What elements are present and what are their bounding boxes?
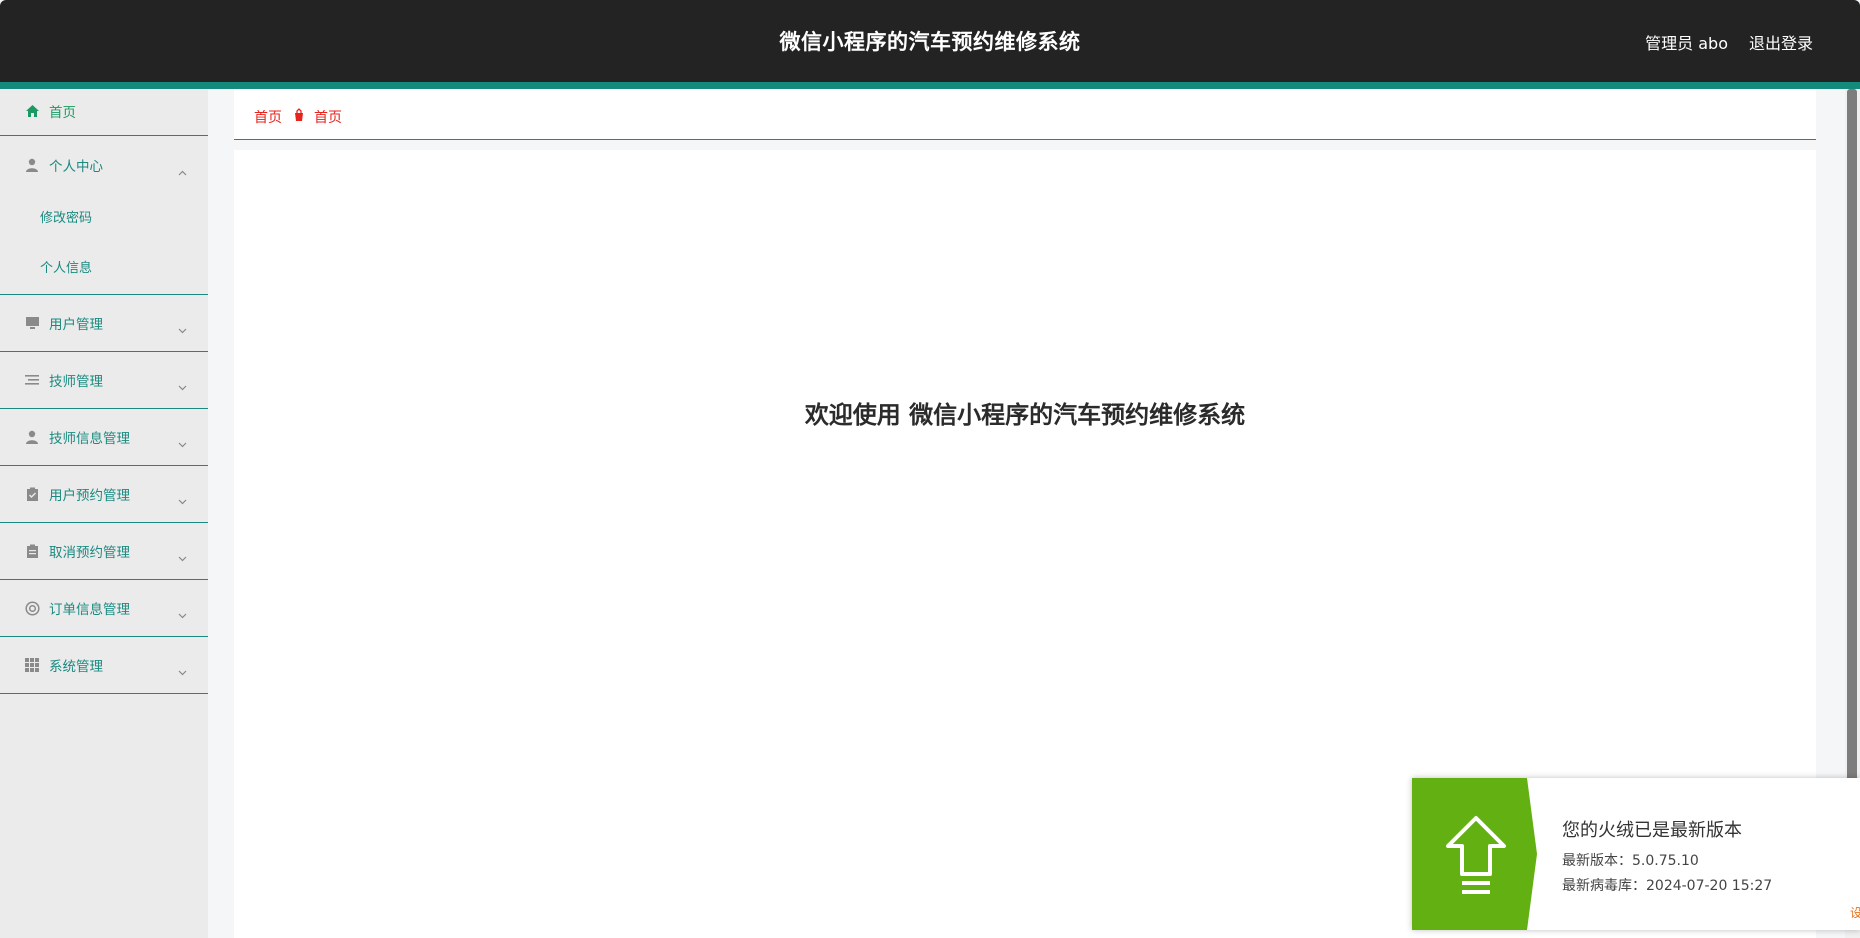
breadcrumb-current: 首页	[314, 110, 342, 126]
sidebar-group-personal-center: 个人中心 修改密码 个人信息	[0, 136, 208, 295]
logout-button[interactable]: 退出登录	[1749, 30, 1813, 54]
monitor-icon	[24, 315, 40, 331]
breadcrumb-home-link[interactable]: 首页	[254, 107, 282, 127]
sidebar-item-order-info-management[interactable]: 订单信息管理	[0, 580, 208, 637]
welcome-message: 欢迎使用 微信小程序的汽车预约维修系统	[804, 401, 1246, 429]
chevron-down-icon	[178, 376, 187, 391]
chevron-down-icon	[178, 319, 187, 334]
app-title: 微信小程序的汽车预约维修系统	[779, 30, 1081, 54]
sidebar-item-technician-management[interactable]: 技师管理	[0, 352, 208, 409]
sidebar-item-personal-center[interactable]: 个人中心	[0, 136, 208, 194]
list-icon	[24, 372, 40, 388]
chevron-up-icon	[178, 161, 187, 176]
sidebar-item-label: 订单信息管理	[49, 602, 130, 618]
user-icon	[24, 157, 40, 173]
clipboard-check-icon	[24, 486, 40, 502]
lifebuoy-icon	[24, 600, 40, 616]
notification-title: 您的火绒已是最新版本	[1562, 820, 1742, 841]
notification-settings-link[interactable]: 设	[1850, 904, 1860, 921]
sidebar-subitem-personal-info[interactable]: 个人信息	[0, 244, 208, 294]
notification-version: 最新版本：5.0.75.10	[1562, 853, 1699, 869]
sidebar-item-home[interactable]: 首页	[0, 89, 208, 136]
chevron-down-icon	[178, 490, 187, 505]
sidebar-item-label: 用户预约管理	[49, 488, 130, 504]
clipboard-icon	[24, 543, 40, 559]
sidebar-subitem-change-password[interactable]: 修改密码	[0, 194, 208, 244]
home-icon	[24, 103, 40, 119]
chevron-down-icon	[178, 433, 187, 448]
sidebar-item-technician-info-management[interactable]: 技师信息管理	[0, 409, 208, 466]
top-header: 微信小程序的汽车预约维修系统 管理员 abo 退出登录	[0, 0, 1860, 82]
sidebar: 首页 个人中心 修改密码 个人信息 用户管理 技师管理 技师信息管理 用户预约管…	[0, 89, 208, 938]
current-user: 管理员 abo	[1645, 34, 1728, 53]
sidebar-item-user-management[interactable]: 用户管理	[0, 295, 208, 352]
chevron-down-icon	[178, 661, 187, 676]
breadcrumb: 首页 首页	[234, 89, 1816, 140]
grid-icon	[24, 657, 40, 673]
sidebar-item-label: 技师信息管理	[49, 431, 130, 447]
sidebar-item-cancel-booking-management[interactable]: 取消预约管理	[0, 523, 208, 580]
sidebar-item-label: 首页	[49, 105, 76, 121]
user-icon	[24, 429, 40, 445]
update-arrow-icon	[1412, 778, 1537, 930]
scrollbar-thumb[interactable]	[1847, 89, 1857, 864]
sidebar-item-label: 系统管理	[49, 659, 103, 675]
sidebar-item-system-management[interactable]: 系统管理	[0, 637, 208, 694]
sidebar-item-label: 用户管理	[49, 317, 103, 333]
update-notification: 您的火绒已是最新版本 最新版本：5.0.75.10 最新病毒库：2024-07-…	[1412, 778, 1860, 930]
sidebar-item-label: 个人中心	[49, 159, 103, 175]
header-accent-bar	[0, 82, 1860, 89]
chevron-down-icon	[178, 604, 187, 619]
sidebar-item-label: 技师管理	[49, 374, 103, 390]
sidebar-item-user-booking-management[interactable]: 用户预约管理	[0, 466, 208, 523]
sidebar-item-label: 取消预约管理	[49, 545, 130, 561]
notification-virus-db: 最新病毒库：2024-07-20 15:27	[1562, 878, 1773, 894]
chevron-down-icon	[178, 547, 187, 562]
breadcrumb-separator-icon	[292, 107, 306, 121]
